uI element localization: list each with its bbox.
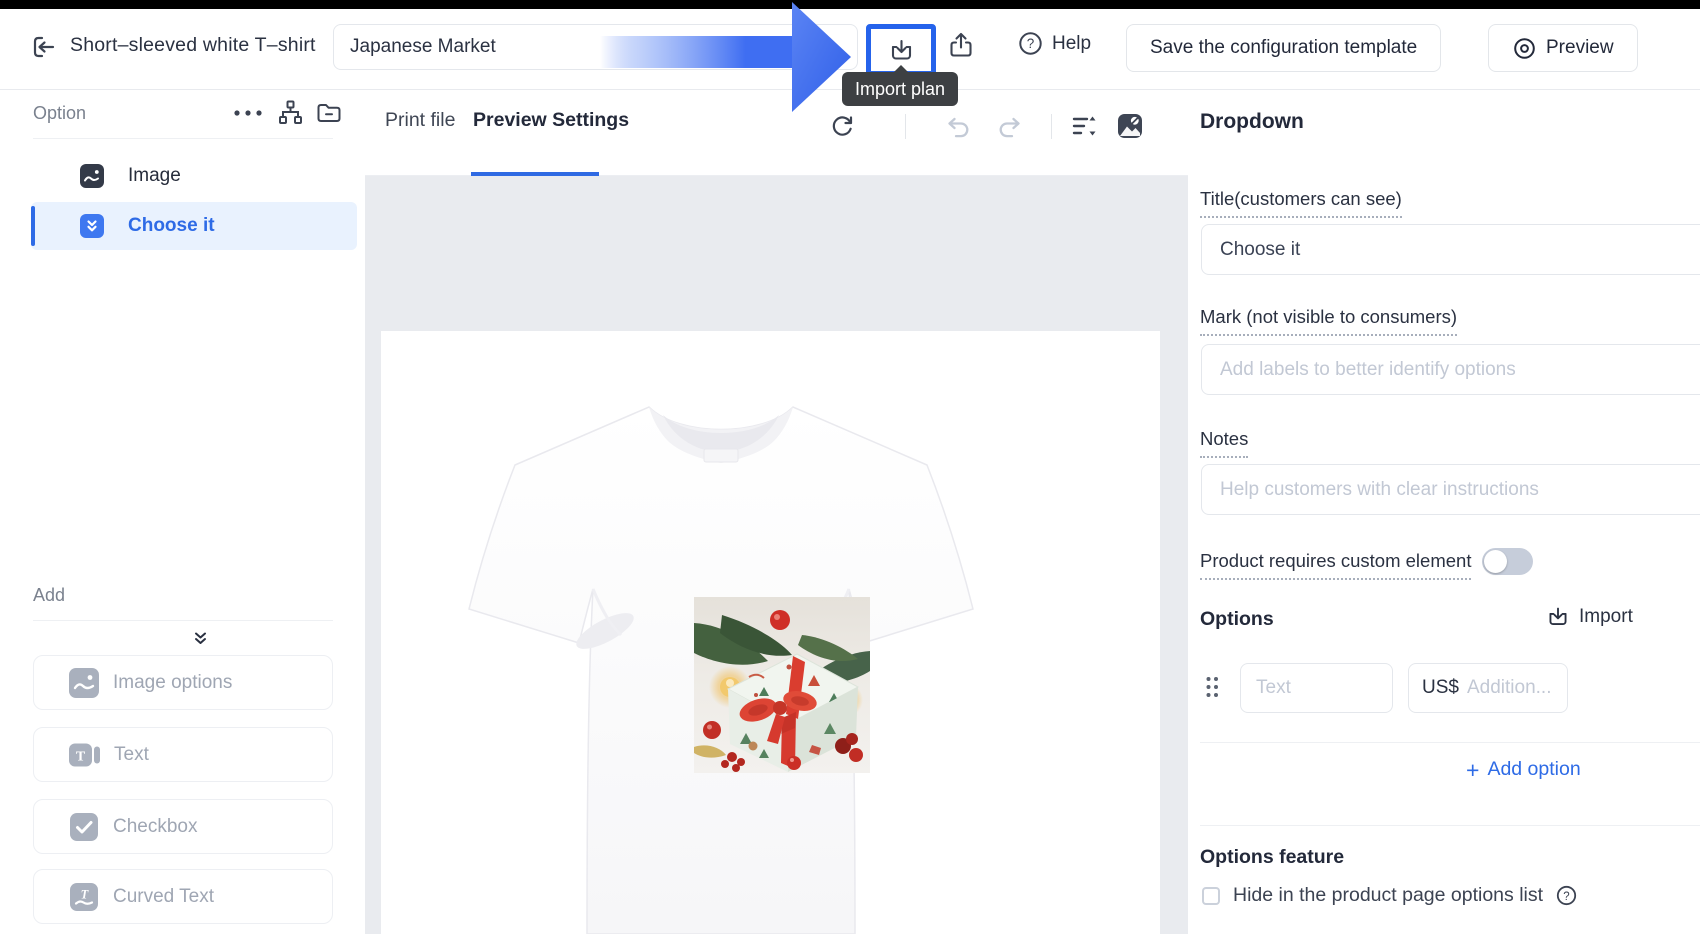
import-plan-tooltip: Import plan xyxy=(842,65,959,106)
help-button[interactable]: ? Help xyxy=(1018,31,1091,56)
options-section-label: Options xyxy=(1200,608,1274,630)
preview-button[interactable]: Preview xyxy=(1488,24,1638,72)
page-title: Short–sleeved white T–shirt xyxy=(70,34,316,56)
toggle-knob xyxy=(1484,550,1507,573)
notes-field-label: Notes xyxy=(1200,428,1249,458)
layers-sidebar: Option Image Choose it Add Image options… xyxy=(0,90,365,934)
add-checkbox-button[interactable]: Checkbox xyxy=(33,799,333,854)
import-icon xyxy=(1549,607,1567,626)
checkbox-icon xyxy=(69,812,99,842)
image-options-icon xyxy=(69,667,99,698)
screen-top-edge xyxy=(0,0,1700,9)
editor-tabs-row: Print file Preview Settings xyxy=(365,90,1188,176)
add-section-label: Add xyxy=(33,585,66,605)
hierarchy-icon[interactable] xyxy=(277,99,304,126)
toolbar-separator xyxy=(905,114,906,139)
curved-text-icon: T xyxy=(69,882,99,912)
undo-icon[interactable] xyxy=(943,110,975,142)
options-feature-heading: Options feature xyxy=(1200,846,1345,868)
svg-text:?: ? xyxy=(1563,891,1569,903)
notes-input[interactable] xyxy=(1201,464,1700,515)
dropdown-layer-icon xyxy=(80,214,104,238)
folder-icon[interactable] xyxy=(315,99,343,127)
svg-text:?: ? xyxy=(1027,36,1035,51)
question-circle-icon: ? xyxy=(1019,32,1042,55)
product-photo-area[interactable] xyxy=(381,331,1160,934)
sync-icon[interactable] xyxy=(826,110,858,142)
chevron-double-down-icon[interactable] xyxy=(192,631,209,646)
tab-preview-settings[interactable]: Preview Settings xyxy=(473,109,629,132)
eye-icon xyxy=(1514,37,1535,59)
panel-divider xyxy=(1200,825,1700,826)
add-option-button[interactable]: + Add option xyxy=(1466,758,1581,781)
mark-field-label: Mark (not visible to consumers) xyxy=(1200,306,1458,336)
hide-option-label: Hide in the product page options list xyxy=(1233,884,1544,906)
add-curved-text-button[interactable]: T Curved Text xyxy=(33,869,333,924)
hide-option-checkbox[interactable] xyxy=(1202,886,1220,905)
add-image-options-button[interactable]: Image options xyxy=(33,655,333,710)
panel-heading: Dropdown xyxy=(1200,110,1304,133)
title-field-label: Title(customers can see) xyxy=(1200,188,1402,218)
app-window: Short–sleeved white T–shirt ? Help Save … xyxy=(0,0,1700,934)
mark-input[interactable] xyxy=(1201,344,1700,395)
custom-element-toggle[interactable] xyxy=(1482,548,1533,575)
option-price-input[interactable]: US$ Addition... xyxy=(1408,663,1568,713)
svg-text:T: T xyxy=(76,749,86,764)
custom-element-label: Product requires custom element xyxy=(1200,550,1472,580)
properties-panel: Dropdown Title(customers can see) Mark (… xyxy=(1188,90,1700,934)
back-icon[interactable] xyxy=(30,33,58,61)
currency-prefix: US$ xyxy=(1422,677,1459,698)
redo-icon[interactable] xyxy=(993,110,1025,142)
sort-list-icon[interactable] xyxy=(1068,110,1100,142)
toolbar-separator xyxy=(1051,114,1052,139)
option-text-input[interactable] xyxy=(1240,663,1393,713)
layer-item-image[interactable]: Image xyxy=(31,152,357,200)
add-divider xyxy=(33,620,333,621)
image-layer-icon xyxy=(80,164,104,188)
gift-box-image[interactable] xyxy=(694,597,870,773)
tooltip-caret xyxy=(894,65,908,72)
sidebar-divider xyxy=(33,138,333,139)
editor-workspace: Print file Preview Settings xyxy=(365,90,1188,934)
layer-item-choose-it[interactable]: Choose it xyxy=(31,202,357,250)
background-image-icon[interactable] xyxy=(1114,110,1146,142)
import-icon xyxy=(891,39,911,60)
layer-label: Image xyxy=(128,165,181,186)
hide-option-row: Hide in the product page options list ? xyxy=(1202,884,1577,907)
panel-divider xyxy=(1200,742,1700,743)
share-icon xyxy=(950,32,972,57)
design-canvas[interactable] xyxy=(365,176,1188,934)
question-circle-icon[interactable]: ? xyxy=(1556,885,1577,906)
save-template-button[interactable]: Save the configuration template xyxy=(1126,24,1442,72)
more-options-icon[interactable] xyxy=(231,108,267,118)
import-options-button[interactable]: Import xyxy=(1546,605,1633,629)
selected-indicator-bar xyxy=(31,206,35,246)
layer-label: Choose it xyxy=(128,215,215,236)
price-placeholder: Addition... xyxy=(1466,677,1552,698)
market-input[interactable] xyxy=(333,24,858,70)
option-section-label: Option xyxy=(33,103,87,123)
tab-print-file[interactable]: Print file xyxy=(385,109,455,132)
title-input[interactable] xyxy=(1201,224,1700,275)
share-button[interactable] xyxy=(944,28,978,62)
drag-handle[interactable] xyxy=(1205,676,1220,698)
text-icon: T xyxy=(69,740,100,770)
plus-icon: + xyxy=(1466,756,1480,783)
help-label: Help xyxy=(1052,32,1092,54)
add-text-button[interactable]: T Text xyxy=(33,727,333,782)
